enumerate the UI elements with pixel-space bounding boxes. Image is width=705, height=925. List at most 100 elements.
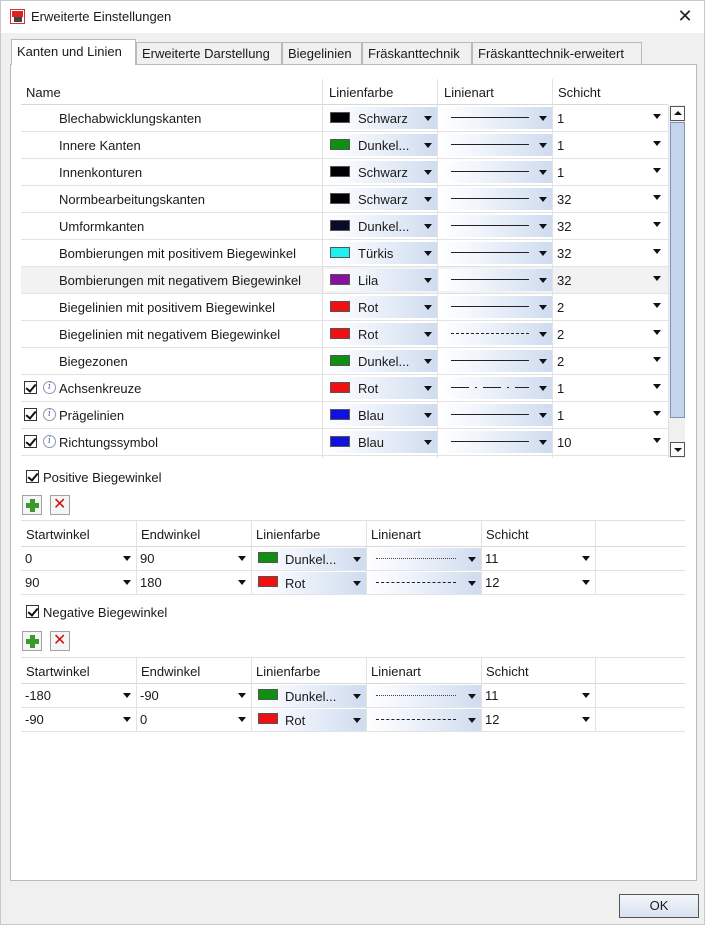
table-row[interactable]: 0 90 Dunkel... 11 <box>21 547 685 571</box>
layer-dropdown[interactable]: 1 <box>553 105 666 131</box>
grid-scrollbar[interactable] <box>668 105 685 458</box>
table-row[interactable]: i Prägelinien Blau 1 <box>21 402 668 429</box>
row-visibility-checkbox[interactable] <box>24 435 37 448</box>
startwinkel-dropdown[interactable]: 0 <box>21 547 136 571</box>
linetype-dropdown[interactable] <box>439 215 552 237</box>
add-negative-button[interactable] <box>22 631 42 651</box>
color-dropdown[interactable]: Rot <box>251 571 366 595</box>
table-row[interactable]: Biegelinien mit negativem Biegewinkel Rot… <box>21 321 668 348</box>
linetype-dropdown[interactable] <box>439 161 552 183</box>
header-linienart[interactable]: Linienart <box>371 664 421 679</box>
color-combo[interactable]: Dunkel... <box>251 685 366 707</box>
layer-dropdown[interactable]: 11 <box>481 684 595 708</box>
header-linienart[interactable]: Linienart <box>371 527 421 542</box>
color-dropdown[interactable]: Dunkel... <box>324 350 437 372</box>
linetype-dropdown[interactable] <box>439 269 552 291</box>
header-endwinkel[interactable]: Endwinkel <box>141 664 200 679</box>
header-endwinkel[interactable]: Endwinkel <box>141 527 200 542</box>
linetype-dropdown[interactable] <box>439 296 552 318</box>
table-row[interactable]: -90 0 Rot 12 <box>21 708 685 732</box>
color-combo[interactable]: Rot <box>251 709 366 731</box>
startwinkel-dropdown[interactable]: -90 <box>21 708 136 732</box>
linetype-dropdown[interactable] <box>439 431 552 453</box>
header-startwinkel[interactable]: Startwinkel <box>26 664 90 679</box>
color-combo[interactable]: Rot <box>251 572 366 594</box>
header-linienfarbe[interactable]: Linienfarbe <box>256 527 320 542</box>
color-dropdown[interactable]: Dunkel... <box>324 215 437 237</box>
color-combo[interactable]: Dunkel... <box>251 548 366 570</box>
layer-dropdown[interactable]: 32 <box>553 240 666 266</box>
close-icon[interactable]: ✕ <box>674 5 696 27</box>
linetype-dropdown[interactable] <box>366 547 481 571</box>
linetype-combo[interactable] <box>366 572 481 594</box>
layer-dropdown[interactable]: 12 <box>481 571 595 595</box>
table-row[interactable]: 90 180 Rot 12 <box>21 571 685 595</box>
endwinkel-dropdown[interactable]: 180 <box>136 571 251 595</box>
tab-biegelinien[interactable]: Biegelinien <box>282 42 362 64</box>
header-name[interactable]: Name <box>26 85 61 100</box>
header-startwinkel[interactable]: Startwinkel <box>26 527 90 542</box>
layer-dropdown[interactable]: 2 <box>553 321 666 347</box>
table-row[interactable]: Biegezonen Dunkel... 2 <box>21 348 668 375</box>
color-dropdown[interactable]: Schwarz <box>324 161 437 183</box>
endwinkel-dropdown[interactable]: 90 <box>136 547 251 571</box>
color-dropdown[interactable]: Rot <box>251 708 366 732</box>
table-row[interactable]: Biegelinien mit positivem Biegewinkel Rot… <box>21 294 668 321</box>
endwinkel-dropdown[interactable]: -90 <box>136 684 251 708</box>
header-schicht[interactable]: Schicht <box>486 527 529 542</box>
scroll-up-icon[interactable] <box>670 106 685 121</box>
add-positive-button[interactable] <box>22 495 42 515</box>
linetype-dropdown[interactable] <box>439 350 552 372</box>
negative-checkbox[interactable] <box>26 605 39 618</box>
linetype-dropdown[interactable] <box>439 134 552 156</box>
layer-dropdown[interactable]: 32 <box>553 213 666 239</box>
layer-dropdown[interactable]: 2 <box>553 294 666 320</box>
linetype-dropdown[interactable] <box>439 323 552 345</box>
color-dropdown[interactable]: Dunkel... <box>324 134 437 156</box>
positive-checkbox[interactable] <box>26 470 39 483</box>
table-row[interactable]: Bombierungen mit negativem Biegewinkel Li… <box>21 267 668 294</box>
color-dropdown[interactable]: Lila <box>324 269 437 291</box>
endwinkel-dropdown[interactable]: 0 <box>136 708 251 732</box>
color-dropdown[interactable]: Rot <box>324 323 437 345</box>
layer-dropdown[interactable]: 1 <box>553 402 666 428</box>
layer-dropdown[interactable]: 2 <box>553 348 666 374</box>
header-linienfarbe[interactable]: Linienfarbe <box>256 664 320 679</box>
linetype-dropdown[interactable] <box>439 188 552 210</box>
linetype-dropdown[interactable] <box>366 571 481 595</box>
startwinkel-dropdown[interactable]: -180 <box>21 684 136 708</box>
header-schicht[interactable]: Schicht <box>558 85 601 100</box>
row-visibility-checkbox[interactable] <box>24 381 37 394</box>
color-dropdown[interactable]: Dunkel... <box>251 547 366 571</box>
layer-dropdown[interactable]: 32 <box>553 267 666 293</box>
color-dropdown[interactable]: Schwarz <box>324 107 437 129</box>
tab-fraeskanttechnik-erweitert[interactable]: Fräskanttechnik-erweitert <box>472 42 642 64</box>
layer-dropdown[interactable]: 32 <box>553 186 666 212</box>
layer-dropdown[interactable]: 1 <box>553 159 666 185</box>
linetype-combo[interactable] <box>366 709 481 731</box>
linetype-combo[interactable] <box>366 548 481 570</box>
row-visibility-checkbox[interactable] <box>24 408 37 421</box>
color-dropdown[interactable]: Dunkel... <box>251 684 366 708</box>
table-row[interactable]: Innenkonturen Schwarz 1 <box>21 159 668 186</box>
table-row[interactable]: Umformkanten Dunkel... 32 <box>21 213 668 240</box>
table-row[interactable]: -180 -90 Dunkel... 11 <box>21 684 685 708</box>
delete-negative-button[interactable]: ✕ <box>50 631 70 651</box>
tab-kanten-und-linien[interactable]: Kanten und Linien <box>11 39 136 65</box>
color-dropdown[interactable]: Blau <box>324 404 437 426</box>
table-row[interactable]: Bombierungen mit positivem Biegewinkel Tü… <box>21 240 668 267</box>
layer-dropdown[interactable]: 11 <box>481 547 595 571</box>
header-linienart[interactable]: Linienart <box>444 85 494 100</box>
linetype-dropdown[interactable] <box>366 684 481 708</box>
table-row[interactable]: Blechabwicklungskanten Schwarz 1 <box>21 105 668 132</box>
scroll-down-icon[interactable] <box>670 442 685 457</box>
header-linienfarbe[interactable]: Linienfarbe <box>329 85 393 100</box>
layer-dropdown[interactable]: 1 <box>553 375 666 401</box>
color-dropdown[interactable]: Blau <box>324 431 437 453</box>
color-dropdown[interactable]: Rot <box>324 296 437 318</box>
delete-positive-button[interactable]: ✕ <box>50 495 70 515</box>
tab-fraeskanttechnik[interactable]: Fräskanttechnik <box>362 42 472 64</box>
table-row[interactable]: Innere Kanten Dunkel... 1 <box>21 132 668 159</box>
linetype-dropdown[interactable] <box>439 377 552 399</box>
layer-dropdown[interactable]: 10 <box>553 429 666 455</box>
